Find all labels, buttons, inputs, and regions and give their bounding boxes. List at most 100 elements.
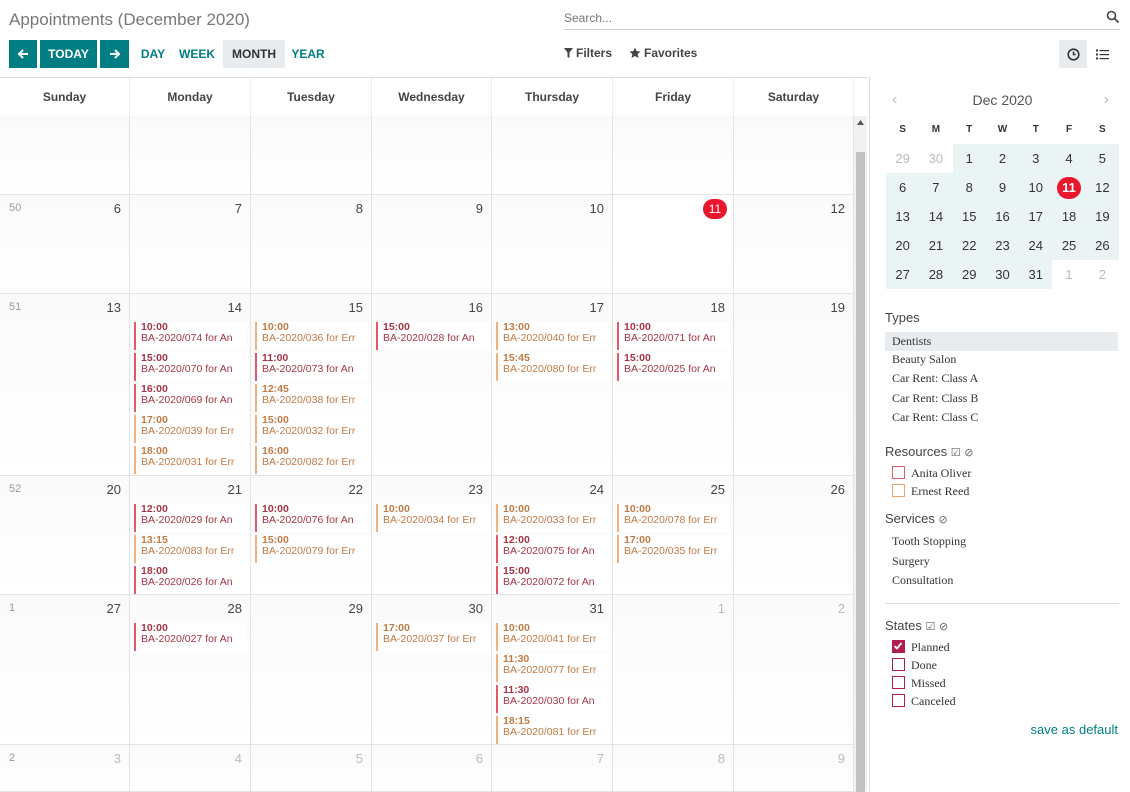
day-number[interactable]: 7 <box>597 751 604 766</box>
scale-week-button[interactable]: WEEK <box>176 40 218 68</box>
mini-day[interactable]: 16 <box>985 202 1020 231</box>
day-number[interactable]: 12 <box>831 201 845 216</box>
day-cell[interactable] <box>613 116 734 195</box>
calendar-event[interactable]: 12:00 BA-2020/029 for An <box>134 504 247 532</box>
favorites-button[interactable]: Favorites <box>629 46 697 60</box>
day-number[interactable]: 17 <box>590 300 604 315</box>
checkbox[interactable] <box>892 466 905 479</box>
mini-day[interactable]: 1 <box>952 144 986 173</box>
day-cell[interactable]: 9 <box>734 745 854 792</box>
day-cell[interactable]: 5 <box>251 745 372 792</box>
day-number[interactable]: 14 <box>228 300 242 315</box>
clear-icon[interactable]: ⊘ <box>939 621 948 633</box>
day-cell[interactable] <box>734 116 854 195</box>
day-number[interactable]: 18 <box>711 300 725 315</box>
mini-day[interactable]: 14 <box>919 202 953 231</box>
day-number[interactable]: 13 <box>107 300 121 315</box>
scale-day-button[interactable]: DAY <box>136 40 170 68</box>
mini-day[interactable]: 5 <box>1085 144 1119 173</box>
day-cell[interactable]: 4 <box>130 745 251 792</box>
mini-day[interactable]: 15 <box>952 202 986 231</box>
calendar-event[interactable]: 11:30 BA-2020/077 for Err <box>496 654 609 682</box>
scrollbar-thumb[interactable] <box>856 152 865 792</box>
calendar-event[interactable]: 16:00 BA-2020/069 for An <box>134 384 247 412</box>
day-cell[interactable]: 28 <box>130 595 251 745</box>
mini-day[interactable]: 6 <box>886 173 920 202</box>
day-cell[interactable] <box>372 116 492 195</box>
mini-day[interactable]: 30 <box>919 144 952 173</box>
day-cell[interactable]: 29 <box>251 595 372 745</box>
day-number[interactable]: 6 <box>476 751 483 766</box>
mini-day[interactable]: 28 <box>919 260 953 289</box>
day-number[interactable]: 4 <box>235 751 242 766</box>
calendar-event[interactable]: 10:00 BA-2020/074 for An <box>134 322 247 350</box>
mini-day[interactable]: 3 <box>1019 144 1053 173</box>
today-button[interactable]: TODAY <box>40 40 97 68</box>
calendar-event[interactable]: 18:00 BA-2020/026 for An <box>134 566 247 594</box>
mini-day[interactable]: 30 <box>985 260 1020 289</box>
mini-day[interactable]: 12 <box>1085 173 1119 202</box>
calendar-view-button[interactable] <box>1059 40 1087 68</box>
prev-button[interactable] <box>9 40 37 68</box>
mini-day[interactable]: 25 <box>1052 231 1086 260</box>
day-cell[interactable]: 8 <box>613 745 734 792</box>
day-number[interactable]: 8 <box>718 751 725 766</box>
checkbox[interactable] <box>892 658 905 671</box>
calendar-event[interactable]: 11:00 BA-2020/073 for An <box>255 353 368 381</box>
calendar-event[interactable]: 12:45 BA-2020/038 for Err <box>255 384 368 412</box>
day-cell[interactable]: 2 <box>734 595 854 745</box>
day-number[interactable]: 25 <box>711 482 725 497</box>
day-number[interactable]: 7 <box>235 201 242 216</box>
mini-day[interactable]: 29 <box>952 260 986 289</box>
calendar-event[interactable]: 15:00 BA-2020/072 for An <box>496 566 609 594</box>
day-cell[interactable]: 6 <box>372 745 492 792</box>
state-filter-item[interactable]: Canceled <box>892 694 956 709</box>
type-item[interactable]: Car Rent: Class B <box>892 391 978 406</box>
today-day-number[interactable]: 11 <box>703 199 727 219</box>
day-cell[interactable]: 12 <box>734 195 854 294</box>
type-item[interactable]: Car Rent: Class A <box>892 371 978 386</box>
list-view-button[interactable] <box>1088 40 1116 68</box>
mini-day[interactable]: 13 <box>886 202 920 231</box>
day-cell[interactable] <box>251 116 372 195</box>
day-number[interactable]: 24 <box>590 482 604 497</box>
calendar-event[interactable]: 10:00 BA-2020/033 for Err <box>496 504 609 532</box>
day-cell[interactable]: 23 <box>372 476 492 595</box>
mini-day[interactable]: 24 <box>1019 231 1053 260</box>
checkbox[interactable] <box>892 676 905 689</box>
day-number[interactable]: 19 <box>831 300 845 315</box>
calendar-event[interactable]: 15:00 BA-2020/025 for An <box>617 353 730 381</box>
calendar-event[interactable]: 15:00 BA-2020/032 for Err <box>255 415 368 443</box>
day-cell[interactable]: 50 6 <box>0 195 130 294</box>
calendar-scrollbar[interactable] <box>854 116 867 792</box>
calendar-event[interactable]: 10:00 BA-2020/041 for Err <box>496 623 609 651</box>
day-cell[interactable]: 52 20 <box>0 476 130 595</box>
day-cell[interactable]: 11 <box>613 195 734 294</box>
calendar-event[interactable]: 18:00 BA-2020/031 for Err <box>134 446 247 474</box>
scroll-up-icon[interactable] <box>857 120 864 125</box>
day-number[interactable]: 22 <box>349 482 363 497</box>
type-item[interactable]: Dentists <box>885 332 1118 351</box>
state-filter-item[interactable]: Planned <box>892 640 950 655</box>
search-icon[interactable] <box>1106 10 1120 24</box>
mini-day[interactable]: 20 <box>886 231 920 260</box>
calendar-event[interactable]: 10:00 BA-2020/071 for An <box>617 322 730 350</box>
select-all-icon[interactable]: ☑ <box>951 447 961 459</box>
checkbox-checked[interactable] <box>892 640 905 653</box>
filters-button[interactable]: Filters <box>564 46 612 60</box>
calendar-event[interactable]: 15:00 BA-2020/028 for An <box>376 322 489 350</box>
day-cell[interactable]: 9 <box>372 195 492 294</box>
mini-day[interactable]: 8 <box>952 173 986 202</box>
mini-day[interactable]: 22 <box>952 231 986 260</box>
mini-prev-icon[interactable]: ‹ <box>892 85 897 115</box>
mini-day[interactable]: 17 <box>1019 202 1053 231</box>
day-cell[interactable]: 23 <box>0 745 130 792</box>
day-number[interactable]: 20 <box>107 482 121 497</box>
day-cell[interactable]: 30 <box>372 595 492 745</box>
day-number[interactable]: 21 <box>228 482 242 497</box>
type-item[interactable]: Beauty Salon <box>892 352 956 367</box>
mini-day[interactable]: 26 <box>1085 231 1119 260</box>
day-cell[interactable]: 26 <box>734 476 854 595</box>
day-cell[interactable]: 51 13 <box>0 294 130 476</box>
calendar-event[interactable]: 10:00 BA-2020/034 for Err <box>376 504 489 532</box>
